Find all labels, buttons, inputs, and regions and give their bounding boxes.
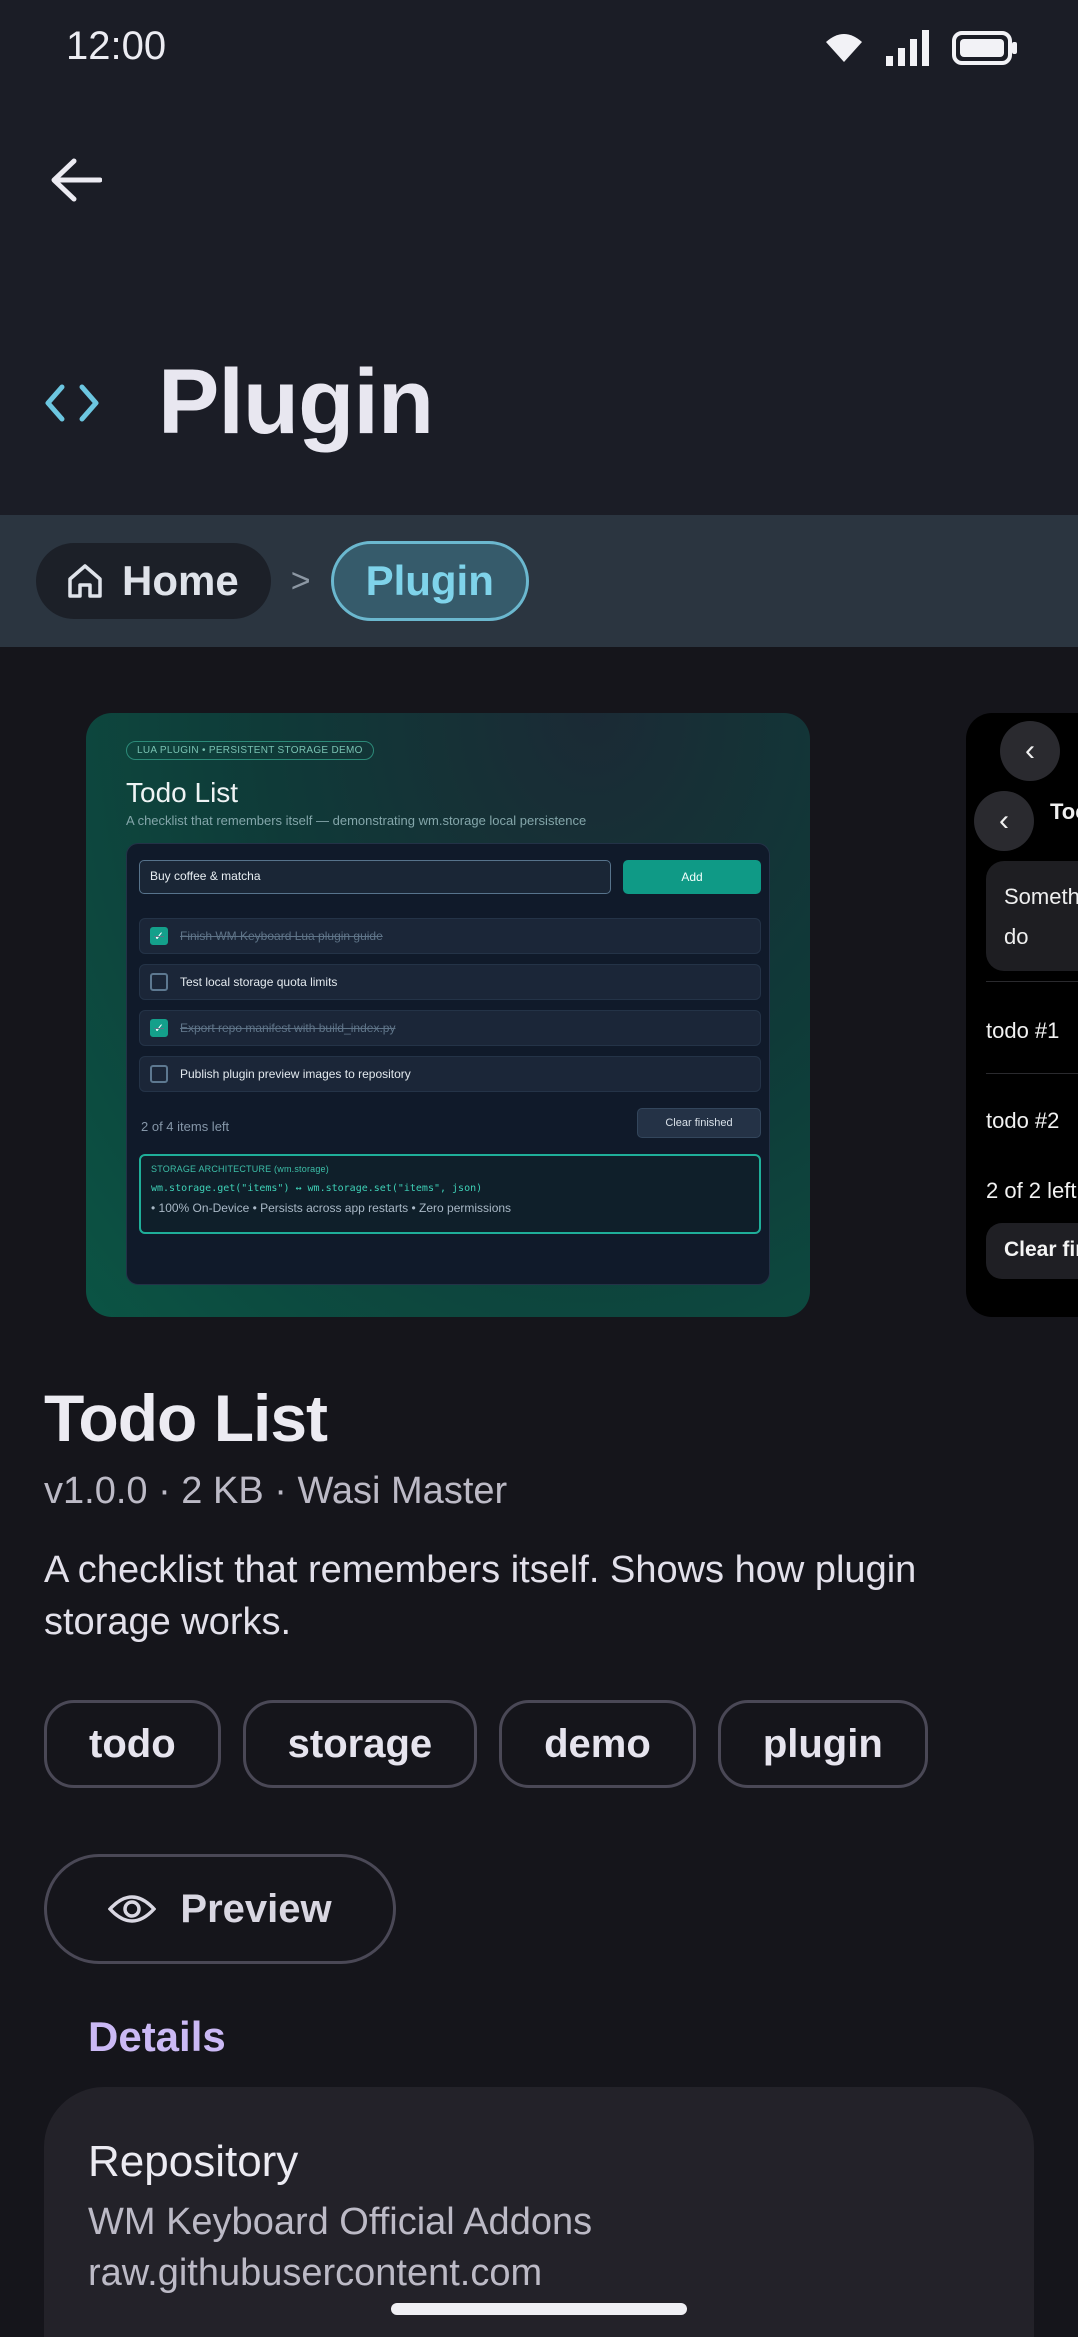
storage-features: • 100% On-Device • Persists across app r… <box>151 1201 512 1215</box>
details-heading: Details <box>88 2013 226 2060</box>
preview-count: 2 of 4 items left <box>141 1119 230 1134</box>
tag-list: todo storage demo plugin <box>44 1700 928 1788</box>
status-icons <box>824 30 1018 66</box>
breadcrumb-current[interactable]: Plugin <box>330 541 529 621</box>
preview2-input-line1: Someth <box>1004 884 1078 909</box>
preview-todo-input: Buy coffee & matcha <box>139 860 611 894</box>
preview2-input-line2: do <box>1004 924 1029 949</box>
status-time: 12:00 <box>66 24 167 68</box>
plugin-meta: v1.0.0 · 2 KB · Wasi Master <box>44 1470 508 1512</box>
breadcrumb-home-label: Home <box>122 557 239 604</box>
tag-chip[interactable]: storage <box>242 1700 478 1788</box>
preview-subtitle: A checklist that remembers itself — demo… <box>126 813 587 828</box>
preview2-item: todo #2 <box>986 1108 1060 1133</box>
preview-item-text: Export repo manifest with build_index.py <box>180 1021 396 1035</box>
preview-list-item: ✓ Finish WM Keyboard Lua plugin guide <box>139 918 761 954</box>
preview2-title: Toc <box>1050 799 1078 824</box>
storage-code: wm.storage.get("items") ↔ wm.storage.set… <box>151 1183 483 1194</box>
code-brackets-icon <box>45 384 99 421</box>
divider <box>986 1073 1078 1074</box>
preview-list-item: Test local storage quota limits <box>139 964 761 1000</box>
checkbox-checked-icon: ✓ <box>150 927 168 945</box>
tag-chip[interactable]: todo <box>44 1700 221 1788</box>
plugin-description: A checklist that remembers itself. Shows… <box>44 1549 917 1643</box>
preview-title: Todo List <box>126 777 239 808</box>
plugin-name: Todo List <box>44 1381 328 1455</box>
preview-item-text: Finish WM Keyboard Lua plugin guide <box>180 929 383 943</box>
checkbox-empty-icon <box>150 1065 168 1083</box>
home-indicator[interactable] <box>391 2303 687 2315</box>
arrow-left-icon <box>51 158 102 202</box>
preview-storage-box: STORAGE ARCHITECTURE (wm.storage) wm.sto… <box>139 1154 761 1234</box>
storage-heading: STORAGE ARCHITECTURE (wm.storage) <box>151 1164 329 1174</box>
preview-image-1[interactable]: LUA PLUGIN • PERSISTENT STORAGE DEMO Tod… <box>86 713 810 1317</box>
preview2-count: 2 of 2 left <box>986 1178 1077 1203</box>
wifi-icon <box>826 34 862 62</box>
tag-chip[interactable]: demo <box>499 1700 696 1788</box>
details-card: Repository WM Keyboard Official Addons r… <box>44 2087 1034 2337</box>
breadcrumb: Home > Plugin <box>0 515 1078 647</box>
chevron-left-icon: ‹ <box>974 791 1034 851</box>
divider <box>986 981 1078 982</box>
preview-button[interactable]: Preview <box>44 1854 396 1964</box>
breadcrumb-current-label: Plugin <box>365 557 494 604</box>
title-row: Plugin <box>44 350 434 455</box>
preview2-clear-button: Clear fir <box>986 1223 1078 1279</box>
repository-host: raw.githubusercontent.com <box>88 2252 543 2294</box>
preview-list-item: Publish plugin preview images to reposit… <box>139 1056 761 1092</box>
preview-item-text: Publish plugin preview images to reposit… <box>180 1067 411 1081</box>
breadcrumb-home[interactable]: Home <box>36 543 271 619</box>
eye-icon <box>108 1895 157 1923</box>
checkbox-empty-icon <box>150 973 168 991</box>
tag-chip[interactable]: plugin <box>717 1700 928 1788</box>
status-bar: 12:00 <box>0 0 1078 100</box>
preview-item-text: Test local storage quota limits <box>180 975 338 989</box>
preview-panel: Buy coffee & matcha Add ✓ Finish WM Keyb… <box>126 843 770 1285</box>
preview-add-button: Add <box>623 860 761 894</box>
signal-icon <box>886 30 929 66</box>
checkbox-checked-icon: ✓ <box>150 1019 168 1037</box>
preview2-input: Someth do <box>986 861 1078 971</box>
home-icon <box>68 564 102 598</box>
page-title: Plugin <box>158 351 434 453</box>
breadcrumb-separator: > <box>290 561 311 600</box>
back-button[interactable] <box>36 140 116 220</box>
preview2-item: todo #1 <box>986 1018 1060 1043</box>
chevron-left-icon: ‹ <box>1000 721 1060 781</box>
preview-list-item: ✓ Export repo manifest with build_index.… <box>139 1010 761 1046</box>
battery-icon <box>952 31 1017 65</box>
repository-name: WM Keyboard Official Addons <box>88 2201 593 2243</box>
preview-button-label: Preview <box>180 1886 332 1931</box>
repository-label: Repository <box>88 2137 299 2186</box>
preview-clear-button: Clear finished <box>637 1108 761 1138</box>
preview-image-2[interactable]: ‹ ‹ Toc Someth do todo #1 todo #2 2 of 2… <box>966 713 1078 1317</box>
preview-badge: LUA PLUGIN • PERSISTENT STORAGE DEMO <box>126 741 374 760</box>
